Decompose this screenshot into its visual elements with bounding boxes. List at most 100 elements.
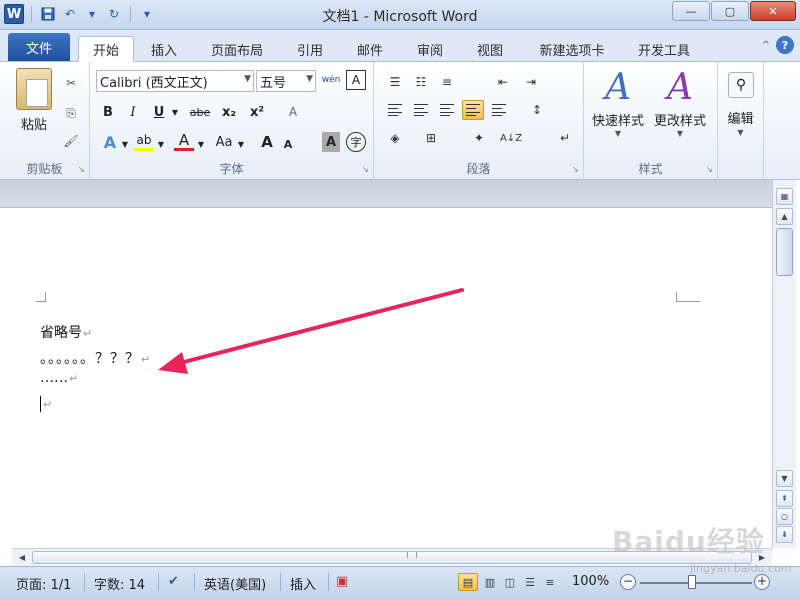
tab-insert[interactable]: 插入 — [140, 36, 188, 62]
copy-icon[interactable]: ⎘ — [62, 104, 80, 122]
minimize-button[interactable]: — — [672, 1, 710, 21]
align-center-button[interactable] — [410, 100, 432, 120]
subscript-button[interactable]: x₂ — [218, 102, 240, 122]
decrease-indent-icon[interactable]: ⇤ — [492, 72, 514, 92]
word-count[interactable]: 字数: 14 — [94, 574, 145, 593]
paragraph-launcher-icon[interactable]: ↘ — [571, 165, 579, 175]
scroll-down-icon[interactable]: ▼ — [776, 470, 793, 487]
align-left-button[interactable] — [384, 100, 406, 120]
tab-developer[interactable]: 开发工具 — [628, 36, 700, 62]
numbering-icon[interactable]: ☷ — [410, 72, 432, 92]
draft-view-icon[interactable]: ≡ — [540, 573, 560, 591]
styles-group: A 快速样式 ▼ A 更改样式 ▼ 样式 ↘ — [584, 62, 718, 180]
tab-review[interactable]: 审阅 — [406, 36, 454, 62]
minimize-ribbon-icon[interactable]: ^ — [762, 40, 770, 51]
phonetic-guide-icon[interactable]: wén — [320, 70, 342, 90]
text-effects-icon[interactable]: A — [100, 132, 120, 152]
quick-styles-button[interactable]: A 快速样式 ▼ — [588, 66, 648, 138]
increase-indent-icon[interactable]: ⇥ — [520, 72, 542, 92]
sort-icon[interactable]: A↓Z — [500, 128, 522, 148]
help-icon[interactable]: ? — [776, 36, 794, 54]
editing-group[interactable]: ⚲ 编辑 ▼ — [718, 62, 764, 180]
change-styles-button[interactable]: A 更改样式 ▼ — [650, 66, 710, 138]
shading-icon[interactable]: ◈ — [384, 128, 406, 148]
font-color-icon[interactable]: A — [174, 130, 194, 150]
ruler-toggle-icon[interactable]: ▦ — [776, 188, 793, 205]
proofing-icon[interactable]: ✔ — [168, 574, 179, 589]
borders-icon[interactable]: ⊞ — [420, 128, 442, 148]
chinese-layout-icon[interactable]: ✦ — [468, 128, 490, 148]
document-line[interactable]: 。。。。。。？？？↵ — [40, 348, 151, 368]
format-painter-icon[interactable]: 🖌 — [62, 132, 80, 150]
macro-record-icon[interactable]: ▣ — [336, 574, 348, 589]
zoom-out-icon[interactable]: − — [620, 574, 636, 590]
tab-home[interactable]: 开始 — [78, 36, 134, 62]
document-line[interactable]: ↵ — [42, 396, 52, 412]
italic-button[interactable]: I — [124, 102, 142, 122]
full-screen-reading-icon[interactable]: ▥ — [480, 573, 500, 591]
distributed-icon[interactable] — [488, 100, 510, 120]
clipboard-launcher-icon[interactable]: ↘ — [77, 165, 85, 175]
show-marks-icon[interactable]: ↵ — [554, 128, 576, 148]
zoom-slider-thumb[interactable] — [688, 575, 696, 589]
scroll-up-icon[interactable]: ▲ — [776, 208, 793, 225]
bullets-icon[interactable]: ☰ — [384, 72, 406, 92]
tab-file[interactable]: 文件 — [8, 33, 70, 61]
superscript-button[interactable]: x² — [246, 102, 268, 122]
highlight-icon[interactable]: ab — [134, 130, 154, 150]
next-page-icon[interactable]: ⇟ — [776, 526, 793, 543]
chevron-down-icon[interactable]: ▼ — [236, 134, 246, 154]
print-layout-view-icon[interactable]: ▤ — [458, 573, 478, 591]
strikethrough-button[interactable]: abe — [188, 102, 212, 122]
previous-page-icon[interactable]: ⇞ — [776, 490, 793, 507]
align-right-button[interactable] — [436, 100, 458, 120]
styles-launcher-icon[interactable]: ↘ — [705, 165, 713, 175]
line-spacing-icon[interactable]: ↕ — [526, 100, 548, 120]
select-browse-object-icon[interactable]: ○ — [776, 508, 793, 525]
clear-formatting-icon[interactable]: A — [282, 102, 304, 122]
tab-new-tab[interactable]: 新建选项卡 — [526, 36, 618, 62]
underline-dropdown-icon[interactable]: ▼ — [170, 102, 180, 122]
font-name-combo[interactable]: Calibri (西文正文) ▼ — [96, 70, 254, 92]
chevron-down-icon[interactable]: ▼ — [120, 134, 130, 154]
maximize-button[interactable]: ▢ — [711, 1, 749, 21]
change-case-icon[interactable]: Aa — [212, 132, 236, 152]
paste-button[interactable]: 粘贴 — [12, 68, 56, 133]
scroll-left-icon[interactable]: ◀ — [14, 550, 30, 565]
font-launcher-icon[interactable]: ↘ — [361, 165, 369, 175]
web-layout-icon[interactable]: ◫ — [500, 573, 520, 591]
chevron-down-icon[interactable]: ▼ — [196, 134, 206, 154]
tab-page-layout[interactable]: 页面布局 — [198, 36, 276, 62]
page-count[interactable]: 页面: 1/1 — [16, 574, 71, 593]
font-size-combo[interactable]: 五号 ▼ — [256, 70, 316, 92]
bold-button[interactable]: B — [98, 102, 118, 122]
tab-mailings[interactable]: 邮件 — [346, 36, 394, 62]
character-border-icon[interactable]: A — [346, 70, 366, 90]
cut-icon[interactable]: ✂ — [62, 74, 80, 92]
document-line[interactable]: ……↵ — [40, 370, 78, 386]
paragraph-mark: ↵ — [83, 327, 93, 340]
insert-mode[interactable]: 插入 — [290, 574, 316, 593]
title-bar: W ↶ ▾ ↻ ▾ 文档1 - Microsoft Word — ▢ ✕ — [0, 0, 800, 30]
document-page[interactable] — [12, 208, 772, 548]
grow-font-icon[interactable]: A — [258, 132, 276, 152]
shrink-font-icon[interactable]: A — [280, 134, 296, 154]
language-indicator[interactable]: 英语(美国) — [204, 574, 266, 593]
zoom-level[interactable]: 100% — [572, 574, 609, 589]
underline-button[interactable]: U — [150, 102, 168, 122]
document-line[interactable]: 省略号↵ — [40, 322, 92, 342]
multilevel-list-icon[interactable]: ≡ — [436, 72, 458, 92]
vertical-scroll-thumb[interactable] — [776, 228, 793, 276]
tab-view[interactable]: 视图 — [466, 36, 514, 62]
tab-references[interactable]: 引用 — [286, 36, 334, 62]
outline-view-icon[interactable]: ☰ — [520, 573, 540, 591]
vertical-scrollbar[interactable]: ▦ ▲ ▼ ⇞ ○ ⇟ — [772, 180, 796, 548]
enclose-characters-icon[interactable]: 字 — [346, 132, 366, 152]
justify-button[interactable] — [462, 100, 484, 120]
close-button[interactable]: ✕ — [750, 1, 796, 21]
zoom-in-icon[interactable]: + — [754, 574, 770, 590]
clipboard-group: 粘贴 ✂ ⎘ 🖌 剪贴板 ↘ — [0, 62, 90, 180]
zoom-slider[interactable] — [640, 582, 752, 584]
character-shading-icon[interactable]: A — [322, 132, 340, 152]
chevron-down-icon[interactable]: ▼ — [156, 134, 166, 154]
